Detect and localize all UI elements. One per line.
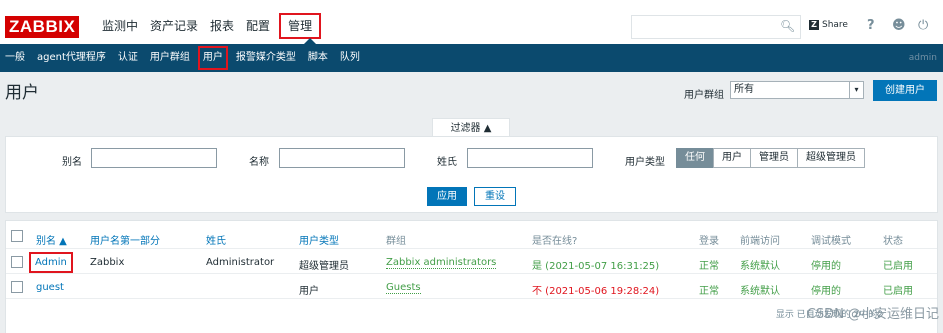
col-status: 状态 — [883, 236, 903, 247]
subnav-media-types[interactable]: 报警媒介类型 — [230, 44, 302, 72]
share-label: Share — [822, 20, 848, 30]
apply-button[interactable]: 应用 — [427, 187, 467, 206]
user-type-any[interactable]: 任何 — [676, 148, 714, 168]
sub-nav: 一般 agent代理程序 认证 用户群组 用户 报警媒介类型 脚本 队列 adm… — [0, 44, 943, 72]
col-name[interactable]: 用户名第一部分 — [90, 232, 160, 247]
col-frontend-access: 前端访问 — [740, 236, 780, 247]
page-title: 用户 — [5, 83, 39, 103]
user-type: 用户 — [299, 286, 319, 297]
select-all-checkbox[interactable] — [11, 230, 23, 242]
reset-button[interactable]: 重设 — [474, 187, 516, 206]
user-alias-link[interactable]: Admin — [29, 252, 73, 273]
create-user-button[interactable]: 创建用户 — [873, 80, 937, 101]
name-input[interactable] — [279, 148, 405, 168]
user-type-super-admin[interactable]: 超级管理员 — [797, 148, 865, 168]
user-type-toggle: 任何 用户 管理员 超级管理员 — [676, 148, 865, 168]
user-type: 超级管理员 — [299, 261, 349, 272]
alias-label: 别名 — [62, 157, 82, 168]
subnav-authentication[interactable]: 认证 — [112, 44, 144, 72]
subnav-user-groups[interactable]: 用户群组 — [144, 44, 196, 72]
user-online-status: 不 (2021-05-06 19:28:24) — [532, 286, 660, 297]
table-divider — [6, 248, 937, 249]
zabbix-logo[interactable]: ZABBIX — [5, 16, 80, 38]
col-alias[interactable]: 别名 ▲ — [36, 232, 67, 247]
subnav-general[interactable]: 一般 — [0, 44, 31, 72]
user-login-status[interactable]: 正常 — [699, 257, 719, 272]
subnav-scripts[interactable]: 脚本 — [302, 44, 334, 72]
nav-configuration[interactable]: 配置 — [240, 14, 276, 38]
user-frontend-access[interactable]: 系统默认 — [740, 282, 780, 297]
user-online-status: 是 (2021-05-07 16:31:25) — [532, 261, 660, 272]
name-label: 名称 — [249, 157, 269, 168]
user-alias-link[interactable]: guest — [36, 282, 64, 293]
nav-administration[interactable]: 管理 — [279, 13, 322, 39]
col-online: 是否在线? — [532, 236, 578, 247]
subnav-proxies[interactable]: agent代理程序 — [31, 44, 112, 72]
watermark: CSDN @小安运维日记 — [806, 307, 939, 322]
user-group-label: 用户群组 — [684, 90, 724, 101]
user-group-select[interactable]: 所有 ▾ — [730, 81, 864, 99]
user-type-admin[interactable]: 管理员 — [750, 148, 798, 168]
main-nav: 监测中 资产记录 报表 配置 管理 — [96, 13, 322, 39]
user-group-link[interactable]: Guests — [386, 282, 421, 294]
user-login-status[interactable]: 正常 — [699, 282, 719, 297]
row-checkbox[interactable] — [11, 256, 23, 268]
search-icon[interactable]: 🔍︎ — [780, 19, 795, 33]
chevron-down-icon: ▾ — [849, 82, 863, 98]
share-button[interactable]: Z Share — [809, 20, 848, 30]
col-groups: 群组 — [386, 236, 406, 247]
user-name: Zabbix — [90, 257, 125, 268]
row-checkbox[interactable] — [11, 281, 23, 293]
share-icon: Z — [809, 20, 819, 30]
current-user: admin — [908, 53, 937, 63]
table-divider — [6, 298, 937, 299]
user-status[interactable]: 已启用 — [883, 257, 913, 272]
user-group-value: 所有 — [734, 84, 754, 95]
help-icon[interactable]: ? — [867, 18, 875, 33]
subnav-users[interactable]: 用户 — [196, 44, 230, 72]
surname-input[interactable] — [467, 148, 593, 168]
col-debug-mode: 调试模式 — [811, 236, 851, 247]
user-group-link[interactable]: Zabbix administrators — [386, 257, 497, 269]
user-status[interactable]: 已启用 — [883, 282, 913, 297]
user-type-label: 用户类型 — [625, 157, 665, 168]
user-frontend-access[interactable]: 系统默认 — [740, 257, 780, 272]
surname-label: 姓氏 — [437, 157, 457, 168]
filter-tab[interactable]: 过滤器 ▲ — [432, 118, 510, 138]
power-icon[interactable]: ⏻ — [918, 18, 928, 33]
user-icon[interactable]: ☻ — [892, 18, 906, 33]
user-type-user[interactable]: 用户 — [713, 148, 751, 168]
nav-monitoring[interactable]: 监测中 — [96, 14, 144, 38]
user-debug-mode[interactable]: 停用的 — [811, 257, 841, 272]
user-debug-mode[interactable]: 停用的 — [811, 282, 841, 297]
subnav-queue[interactable]: 队列 — [334, 44, 366, 72]
col-login: 登录 — [699, 236, 719, 247]
table-divider — [6, 273, 937, 274]
alias-input[interactable] — [91, 148, 217, 168]
nav-inventory[interactable]: 资产记录 — [144, 14, 204, 38]
nav-reports[interactable]: 报表 — [204, 14, 240, 38]
col-user-type[interactable]: 用户类型 — [299, 232, 339, 247]
search-input[interactable] — [631, 15, 801, 39]
col-surname[interactable]: 姓氏 — [206, 232, 226, 247]
user-surname: Administrator — [206, 257, 275, 268]
